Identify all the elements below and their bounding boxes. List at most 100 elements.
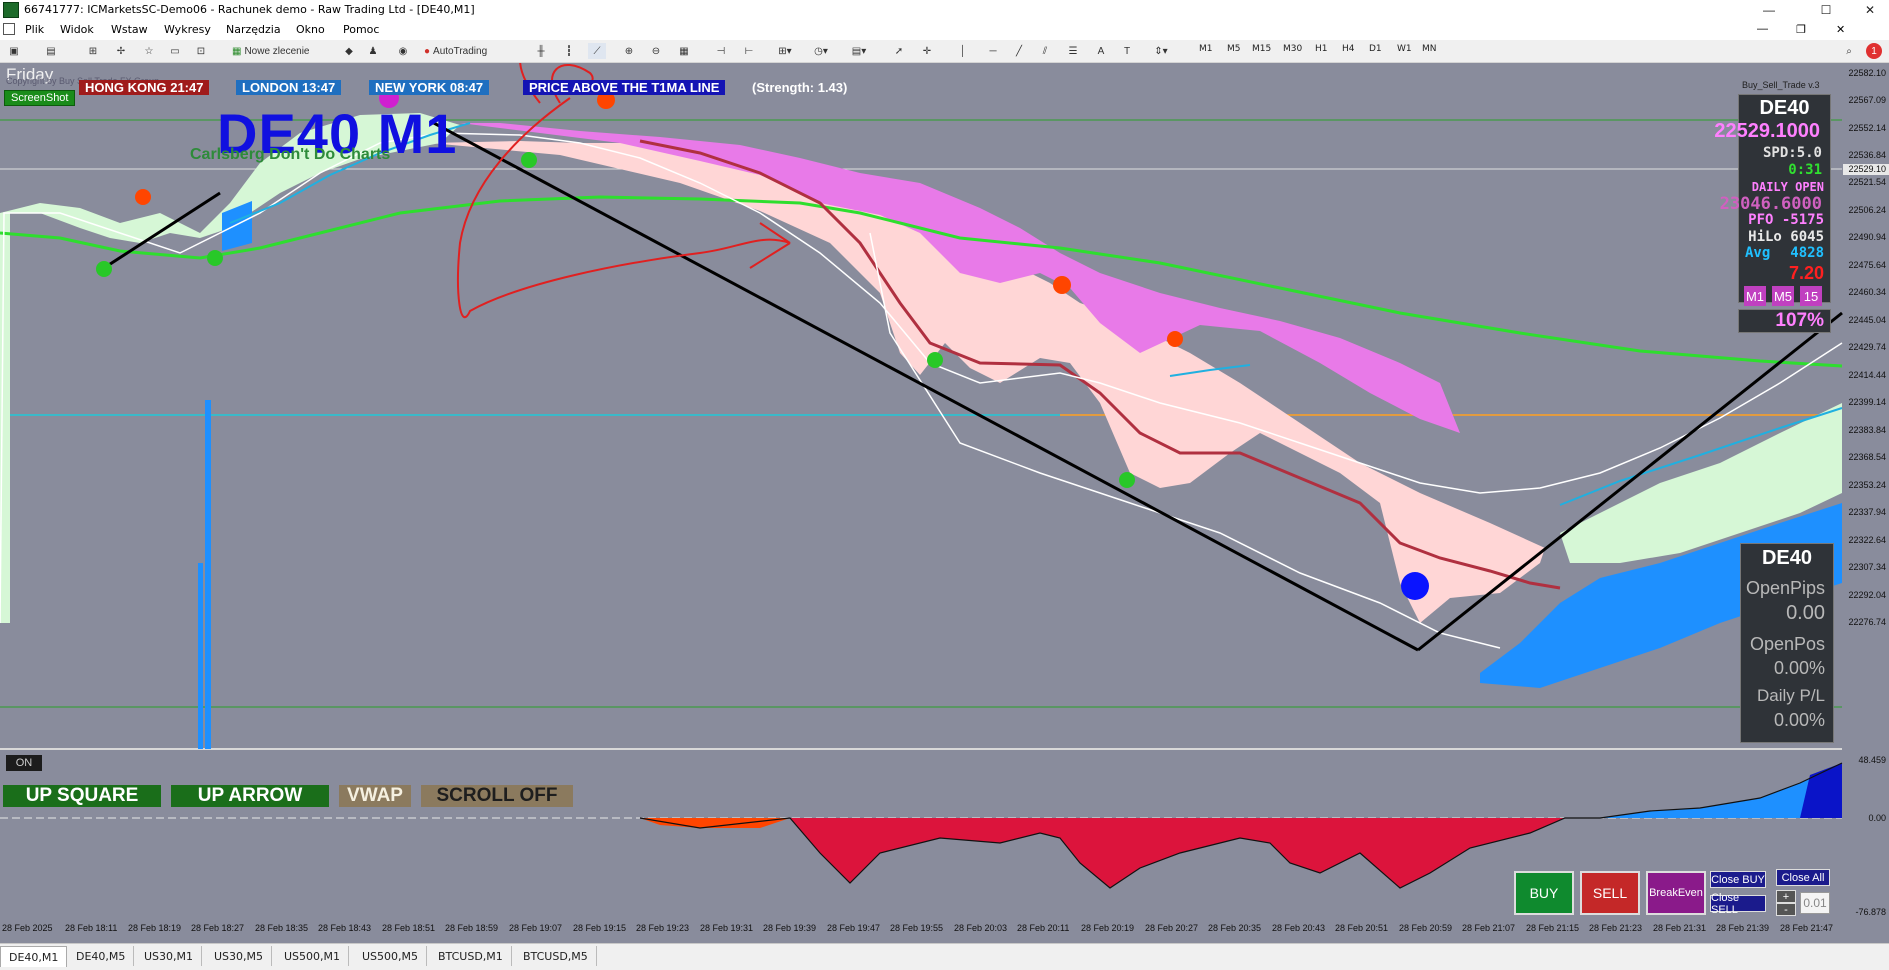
zoom-in-icon[interactable]: ⊕ bbox=[620, 43, 638, 59]
price-axis-label: 22460.34 bbox=[1848, 287, 1886, 297]
info-daily-open-label: DAILY OPEN bbox=[1751, 180, 1824, 194]
tf-button-15[interactable]: 15 bbox=[1800, 286, 1822, 306]
vwap-button[interactable]: VWAP bbox=[339, 785, 411, 807]
buy-button[interactable]: BUY bbox=[1514, 871, 1574, 915]
lot-size-input[interactable]: 0.01 bbox=[1800, 892, 1830, 914]
menu-insert[interactable]: Wstaw bbox=[111, 23, 148, 36]
equidistant-channel-icon[interactable]: ⫽ bbox=[1036, 43, 1054, 59]
chart-window-icon[interactable] bbox=[3, 23, 15, 35]
text-icon[interactable]: A bbox=[1092, 43, 1110, 59]
tab-de40-m1[interactable]: DE40,M1 bbox=[0, 946, 68, 967]
close-chart-icon[interactable]: ✕ bbox=[1836, 23, 1845, 36]
maximize-button[interactable]: ☐ bbox=[1806, 0, 1846, 20]
tab-btcusd-m1[interactable]: BTCUSD,M1 bbox=[430, 946, 512, 966]
tab-us30-m1[interactable]: US30,M1 bbox=[136, 946, 203, 966]
text-label-icon[interactable]: T bbox=[1118, 43, 1136, 59]
tab-us30-m5[interactable]: US30,M5 bbox=[206, 946, 273, 966]
menu-help[interactable]: Pomoc bbox=[343, 23, 379, 36]
lot-plus-button[interactable]: + bbox=[1776, 890, 1796, 903]
tf-button-m5[interactable]: M5 bbox=[1772, 286, 1794, 306]
metaeditor-icon[interactable]: ◆ bbox=[340, 43, 358, 59]
horizontal-line-icon[interactable]: ─ bbox=[984, 43, 1002, 59]
indicators-icon[interactable]: ⊞▾ bbox=[772, 43, 798, 59]
menu-view[interactable]: Widok bbox=[60, 23, 94, 36]
periods-icon[interactable]: ◷▾ bbox=[808, 43, 834, 59]
menu-file[interactable]: Plik bbox=[25, 23, 44, 36]
close-sell-button[interactable]: Close SELL bbox=[1710, 892, 1766, 916]
line-chart-icon[interactable]: ⟋ bbox=[588, 43, 606, 59]
close-button[interactable]: ✕ bbox=[1850, 0, 1889, 20]
signals-icon[interactable]: ◉ bbox=[394, 43, 412, 59]
data-window-icon[interactable]: ✢ bbox=[112, 43, 130, 59]
terminal-icon[interactable]: ▭ bbox=[166, 43, 184, 59]
price-axis-label: 22337.94 bbox=[1848, 507, 1886, 517]
restore-chart-icon[interactable]: ❐ bbox=[1796, 23, 1806, 36]
timeframe-h4[interactable]: H4 bbox=[1342, 44, 1355, 54]
timeframe-m1[interactable]: M1 bbox=[1199, 44, 1213, 54]
oscillator-axis-label: -76.878 bbox=[1855, 907, 1886, 917]
templates-icon[interactable]: ▤▾ bbox=[846, 43, 872, 59]
time-axis-label: 28 Feb 18:51 bbox=[382, 923, 436, 933]
tab-btcusd-m5[interactable]: BTCUSD,M5 bbox=[515, 946, 597, 966]
on-toggle[interactable]: ON bbox=[6, 755, 42, 771]
chart-shift-icon[interactable]: ⊣ bbox=[712, 43, 730, 59]
autotrading-button[interactable]: ● AutoTrading bbox=[424, 43, 522, 59]
navigator-icon[interactable]: ☆ bbox=[140, 43, 158, 59]
search-icon[interactable]: ⌕ bbox=[1840, 43, 1858, 59]
strategy-tester-icon[interactable]: ⊡ bbox=[192, 43, 210, 59]
slogan-label: Carlsberg Don't Do Charts bbox=[190, 146, 391, 163]
zoom-out-icon[interactable]: ⊖ bbox=[647, 43, 665, 59]
menu-window[interactable]: Okno bbox=[296, 23, 325, 36]
vertical-line-icon[interactable]: │ bbox=[956, 43, 970, 59]
sell-signal-dot bbox=[135, 189, 151, 205]
profiles-icon[interactable]: ▤ bbox=[40, 43, 62, 59]
screenshot-button[interactable]: ScreenShot bbox=[4, 90, 76, 106]
info-symbol: DE40 bbox=[1759, 97, 1810, 119]
tab-de40-m5[interactable]: DE40,M5 bbox=[68, 946, 135, 966]
price-axis-label: 22445.04 bbox=[1848, 315, 1886, 325]
breakeven-button[interactable]: BreakEven bbox=[1646, 871, 1706, 915]
timeframe-m15[interactable]: M15 bbox=[1252, 44, 1271, 54]
timeframe-h1[interactable]: H1 bbox=[1315, 44, 1328, 54]
daily-pl-label: Daily P/L bbox=[1756, 686, 1825, 705]
timeframe-mn[interactable]: MN bbox=[1422, 44, 1437, 54]
close-all-button[interactable]: Close All bbox=[1776, 869, 1830, 886]
tile-windows-icon[interactable]: ▦ bbox=[675, 43, 693, 59]
candlestick-icon[interactable]: ┇ bbox=[560, 43, 578, 59]
position-panel: DE40 OpenPips 0.00 OpenPos 0.00% Daily P… bbox=[1740, 543, 1834, 743]
price-chart-canvas[interactable] bbox=[0, 63, 1889, 943]
price-axis-label: 22567.09 bbox=[1848, 95, 1886, 105]
timeframe-w1[interactable]: W1 bbox=[1397, 44, 1412, 54]
position-symbol: DE40 bbox=[1761, 547, 1813, 569]
buy-signal-dot bbox=[96, 261, 112, 277]
close-buy-button[interactable]: Close BUY bbox=[1710, 871, 1766, 888]
lot-minus-button[interactable]: - bbox=[1776, 903, 1796, 916]
minimize-button[interactable]: — bbox=[1749, 0, 1789, 20]
timeframe-m5[interactable]: M5 bbox=[1227, 44, 1241, 54]
crosshair-icon[interactable]: ✛ bbox=[918, 43, 936, 59]
autoscroll-icon[interactable]: ⊢ bbox=[740, 43, 758, 59]
community-icon[interactable]: ♟ bbox=[364, 43, 382, 59]
up-square-button[interactable]: UP SQUARE bbox=[3, 785, 161, 807]
new-chart-icon[interactable]: ▣ bbox=[4, 43, 24, 59]
sell-button[interactable]: SELL bbox=[1580, 871, 1640, 915]
tf-button-m1[interactable]: M1 bbox=[1744, 286, 1766, 306]
market-watch-icon[interactable]: ⊞ bbox=[84, 43, 102, 59]
cursor-icon[interactable]: ➚ bbox=[890, 43, 908, 59]
arrows-icon[interactable]: ⇕▾ bbox=[1148, 43, 1174, 59]
scroll-off-button[interactable]: SCROLL OFF bbox=[421, 785, 573, 807]
tab-us500-m5[interactable]: US500,M5 bbox=[354, 946, 428, 966]
menu-tools[interactable]: Narzędzia bbox=[226, 23, 281, 36]
menu-charts[interactable]: Wykresy bbox=[164, 23, 211, 36]
notification-icon[interactable]: 1 bbox=[1866, 43, 1882, 59]
minimize-chart-icon[interactable]: — bbox=[1757, 23, 1768, 35]
timeframe-m30[interactable]: M30 bbox=[1283, 44, 1302, 54]
timeframe-d1[interactable]: D1 bbox=[1369, 44, 1382, 54]
chart-window[interactable]: Friday Copyright by Buy Sell Trade FX Gr… bbox=[0, 63, 1889, 943]
tab-us500-m1[interactable]: US500,M1 bbox=[276, 946, 350, 966]
fibonacci-icon[interactable]: ☰ bbox=[1064, 43, 1082, 59]
trendline-icon[interactable]: ╱ bbox=[1010, 43, 1028, 59]
bar-chart-icon[interactable]: ╫ bbox=[532, 43, 550, 59]
new-order-button[interactable]: ▦ Nowe zlecenie bbox=[232, 43, 332, 59]
up-arrow-button[interactable]: UP ARROW bbox=[171, 785, 329, 807]
